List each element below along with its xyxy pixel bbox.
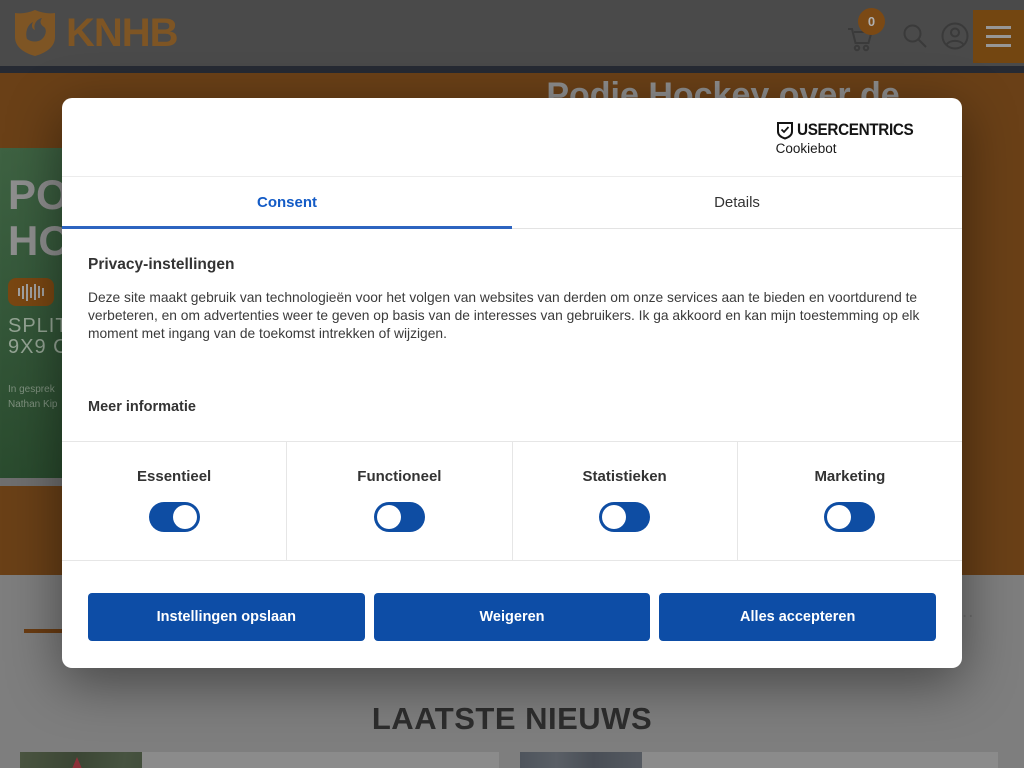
- menu-button[interactable]: [973, 10, 1024, 63]
- dialog-body: Privacy-instellingen Deze site maakt geb…: [62, 256, 962, 641]
- cookiebot-product-text: Cookiebot: [776, 141, 926, 156]
- category-label: Marketing: [814, 468, 885, 485]
- podcast-cover-line5: In gesprek: [8, 384, 55, 395]
- image-bottom-strip: [0, 478, 62, 486]
- usercentrics-logo: USERCENTRICS Cookiebot: [776, 120, 926, 156]
- category-statistieken: Statistieken: [512, 442, 737, 560]
- privacy-heading: Privacy-instellingen: [88, 256, 936, 274]
- category-label: Statistieken: [583, 468, 667, 485]
- header-divider: [0, 66, 1024, 73]
- news-heading: LAATSTE NIEUWS: [0, 701, 1024, 737]
- usercentrics-brand-text: USERCENTRICS: [797, 120, 913, 140]
- toggle-functioneel[interactable]: [374, 502, 425, 532]
- dialog-actions: Instellingen opslaan Weigeren Alles acce…: [88, 593, 936, 641]
- category-label: Essentieel: [137, 468, 211, 485]
- tab-details[interactable]: Details: [512, 177, 962, 228]
- news-card[interactable]: [20, 752, 499, 768]
- account-button[interactable]: [940, 21, 970, 51]
- podcast-cover-line6: Nathan Kip: [8, 399, 57, 410]
- search-button[interactable]: [901, 22, 929, 50]
- consent-categories: Essentieel Functioneel Statistieken Mark…: [62, 441, 962, 561]
- category-label: Functioneel: [357, 468, 441, 485]
- dialog-tabs: Consent Details: [62, 177, 962, 229]
- user-icon: [940, 21, 970, 51]
- toggle-essentieel[interactable]: [149, 502, 200, 532]
- search-icon: [901, 22, 929, 50]
- privacy-description: Deze site maakt gebruik van technologieë…: [88, 289, 940, 343]
- knhb-shield-icon: [14, 9, 56, 57]
- category-marketing: Marketing: [737, 442, 962, 560]
- more-info-link[interactable]: Meer informatie: [88, 399, 196, 415]
- podcast-cover-image[interactable]: POHO SPLIT9X9 C In gesprek Nathan Kip: [0, 148, 62, 478]
- news-thumbnail-image: [20, 752, 142, 768]
- hamburger-icon: [986, 26, 1011, 29]
- cookie-consent-dialog: USERCENTRICS Cookiebot Consent Details P…: [62, 98, 962, 668]
- accept-all-button[interactable]: Alles accepteren: [659, 593, 936, 641]
- podcast-cover-line3: SPLIT: [8, 315, 62, 337]
- soundwave-icon: [8, 278, 54, 306]
- dialog-header: USERCENTRICS Cookiebot: [62, 98, 962, 177]
- news-thumbnail-image: [520, 752, 642, 768]
- news-card[interactable]: [520, 752, 998, 768]
- knhb-logo[interactable]: KNHB: [14, 9, 178, 57]
- toggle-statistieken[interactable]: [599, 502, 650, 532]
- toggle-marketing[interactable]: [824, 502, 875, 532]
- podcast-cover-line1: PO: [8, 171, 62, 218]
- knhb-logo-text: KNHB: [66, 11, 178, 56]
- usercentrics-shield-icon: [776, 121, 794, 140]
- podcast-cover-line2: HO: [8, 217, 62, 264]
- save-settings-button[interactable]: Instellingen opslaan: [88, 593, 365, 641]
- category-functioneel: Functioneel: [286, 442, 511, 560]
- category-essentieel: Essentieel: [62, 442, 286, 560]
- tab-consent[interactable]: Consent: [62, 177, 512, 228]
- podcast-cover-line4: 9X9 C: [8, 336, 62, 358]
- cart-count-badge: 0: [858, 8, 885, 35]
- screen: Podie Hockey over de POHO SPLIT9X9 C In …: [0, 0, 1024, 768]
- deny-button[interactable]: Weigeren: [374, 593, 651, 641]
- site-header: KNHB 0: [0, 0, 1024, 66]
